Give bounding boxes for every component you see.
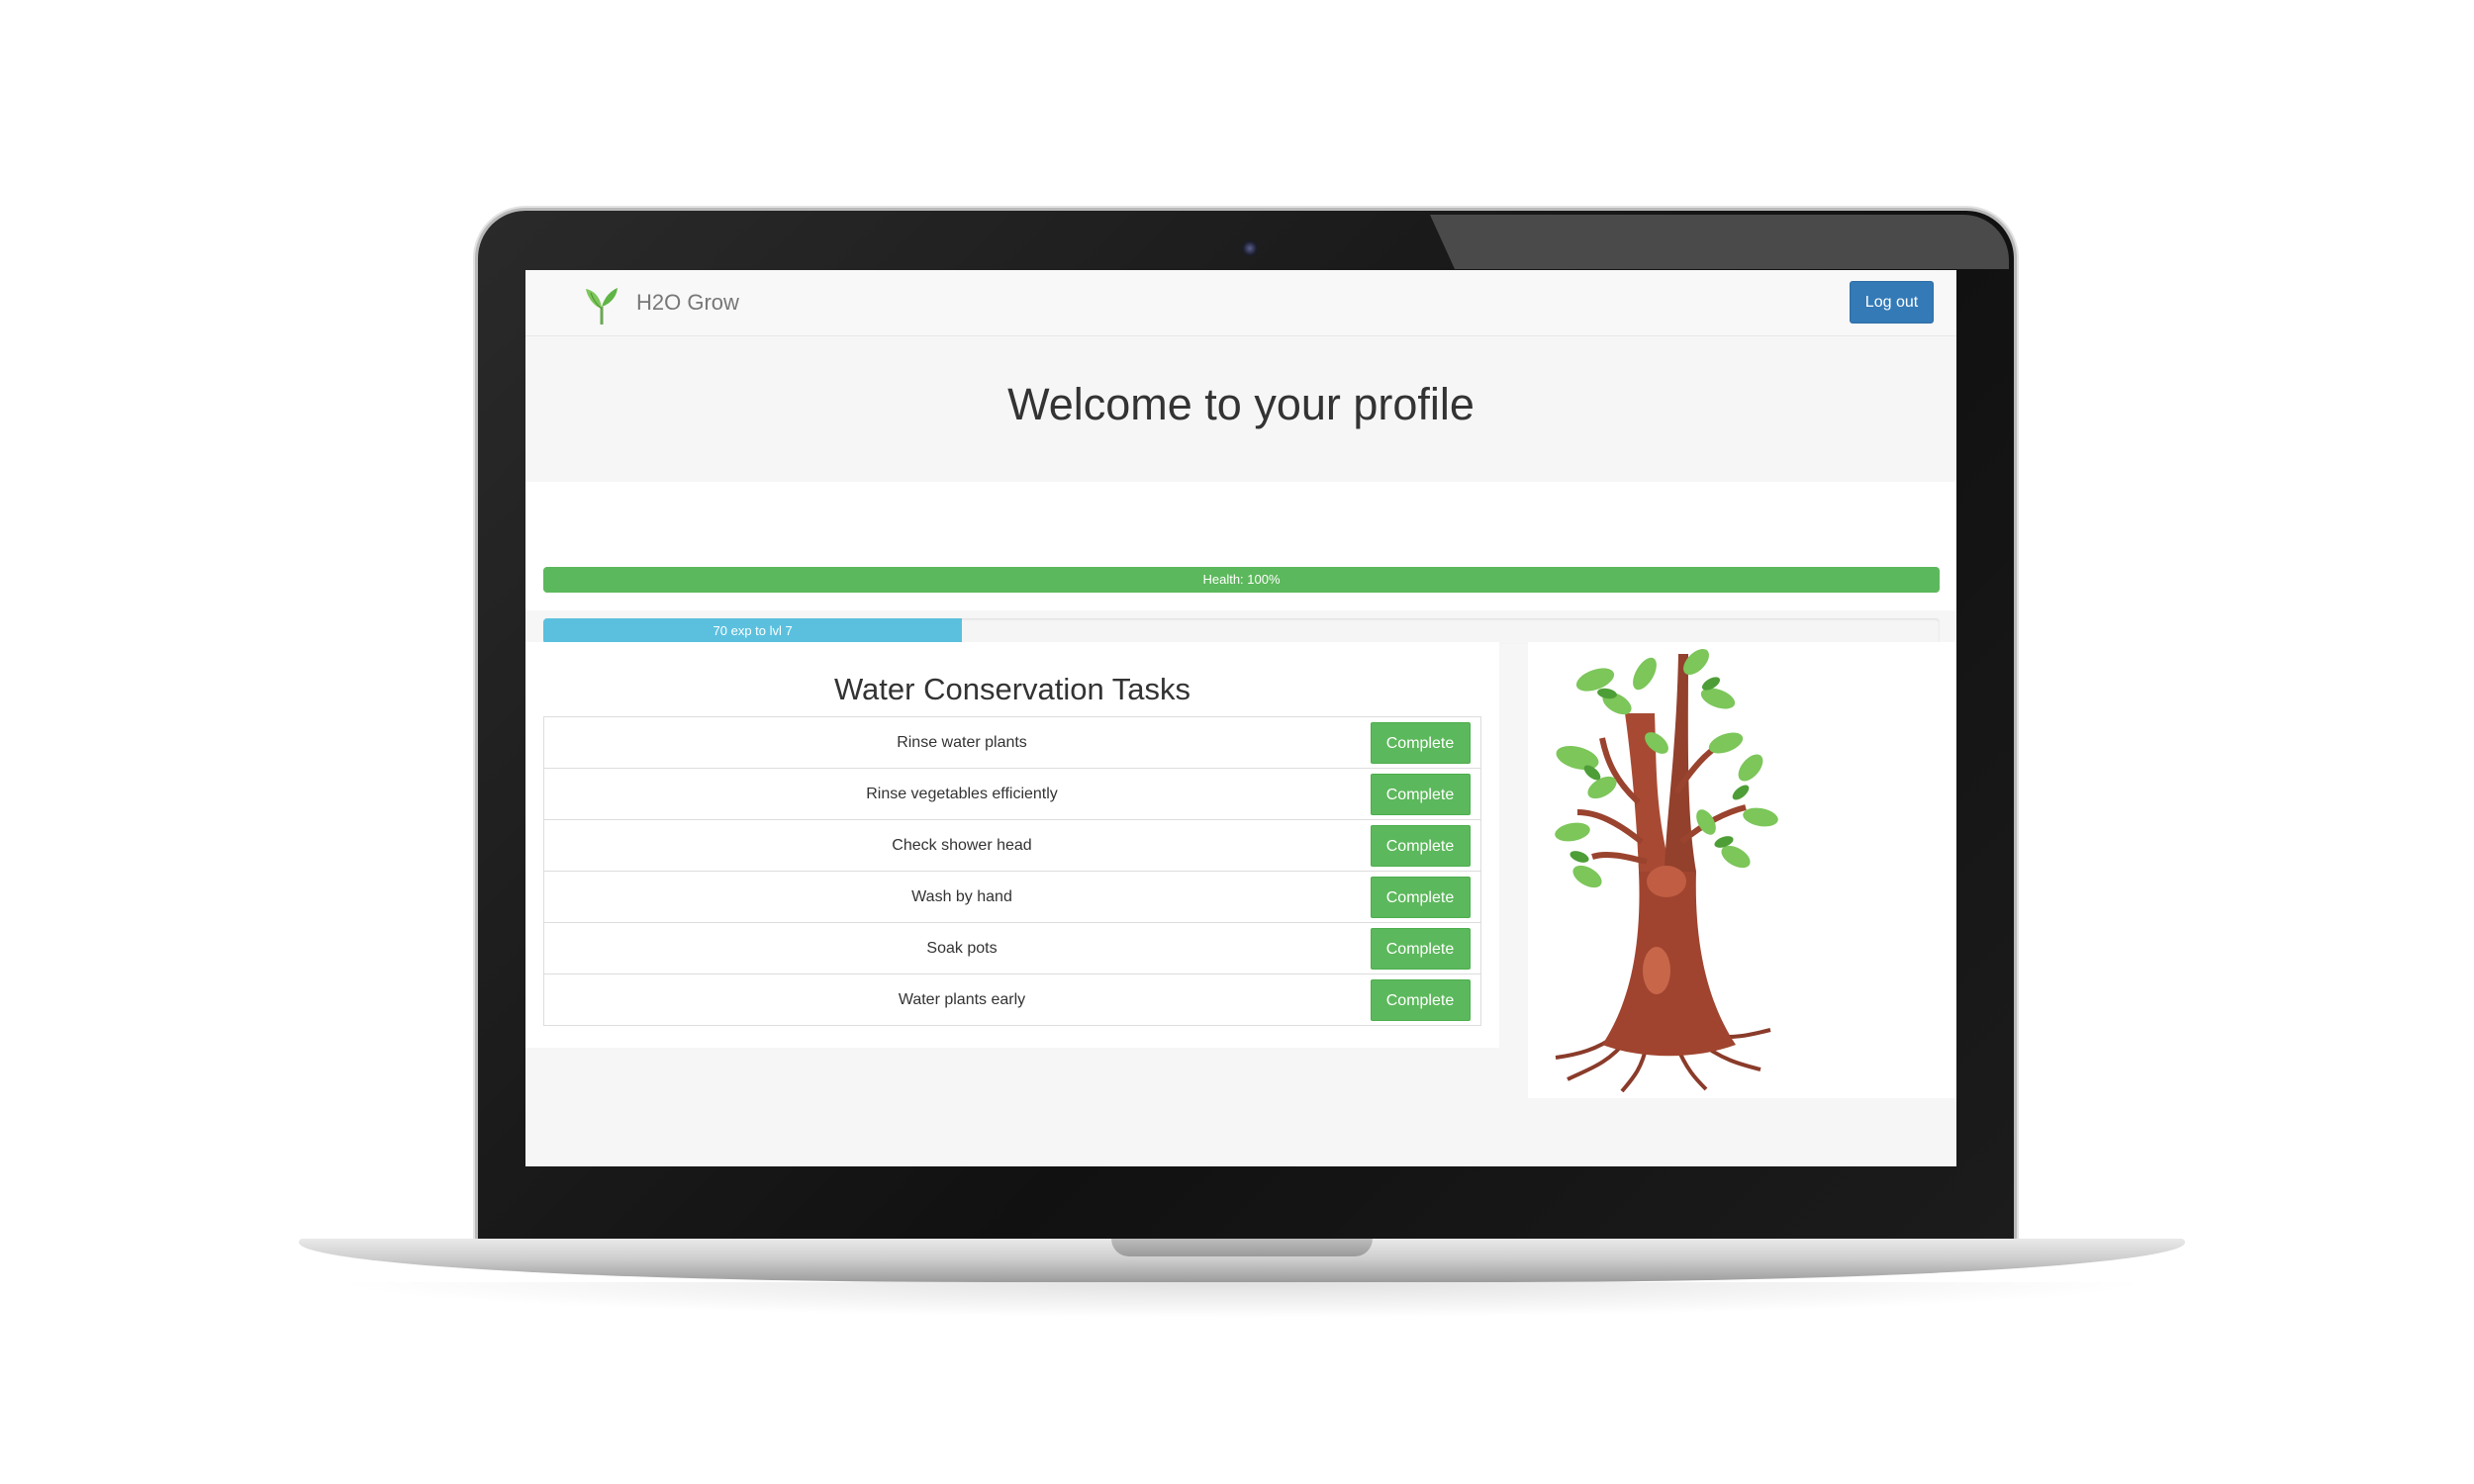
tasks-panel: Water Conservation Tasks Rinse water pla… <box>525 642 1499 1048</box>
laptop-shadow <box>327 1282 2157 1318</box>
page-title: Welcome to your profile <box>1007 379 1475 429</box>
health-label: Health: 100% <box>1202 572 1281 587</box>
task-action-cell: Complete <box>1360 872 1481 923</box>
complete-task-button[interactable]: Complete <box>1370 876 1471 918</box>
task-name: Water plants early <box>898 990 1026 1008</box>
task-action-cell: Complete <box>1360 769 1481 820</box>
complete-task-button[interactable]: Complete <box>1370 824 1471 867</box>
complete-task-button[interactable]: Complete <box>1370 773 1471 815</box>
camera-icon <box>1242 240 1258 256</box>
logout-button[interactable]: Log out <box>1850 281 1934 324</box>
complete-task-button[interactable]: Complete <box>1370 978 1471 1021</box>
task-row: Wash by hand Complete <box>543 871 1481 923</box>
complete-task-button[interactable]: Complete <box>1370 927 1471 970</box>
task-name: Rinse water plants <box>897 733 1027 751</box>
tasks-table: Rinse water plants Complete Rinse vegetabl… <box>543 716 1481 1026</box>
app-screen: H2O Grow Log out Welcome to your profile… <box>525 270 1956 1166</box>
health-progress-bar: Health: 100% <box>543 567 1940 593</box>
sprout-icon[interactable] <box>585 285 618 325</box>
task-row: Rinse water plants Complete <box>543 716 1481 769</box>
tree-panel <box>1528 642 1956 1098</box>
brand-name[interactable]: H2O Grow <box>636 290 739 316</box>
navbar: H2O Grow Log out <box>525 270 1956 336</box>
experience-progress-bar: 70 exp to lvl 7 <box>543 618 1940 644</box>
task-action-cell: Complete <box>1360 923 1481 974</box>
task-name: Soak pots <box>926 939 998 957</box>
task-action-cell: Complete <box>1360 974 1481 1026</box>
experience-label: 70 exp to lvl 7 <box>713 623 793 638</box>
task-row: Rinse vegetables efficiently Complete <box>543 768 1481 820</box>
laptop-base-notch <box>1111 1239 1373 1256</box>
task-name: Check shower head <box>892 836 1032 854</box>
task-action-cell: Complete <box>1360 820 1481 872</box>
task-row: Water plants early Complete <box>543 974 1481 1026</box>
tasks-title: Water Conservation Tasks <box>833 672 1191 706</box>
experience-progress-fill: 70 exp to lvl 7 <box>543 618 963 644</box>
task-row: Soak pots Complete <box>543 922 1481 974</box>
health-progress-fill: Health: 100% <box>543 567 1940 593</box>
complete-task-button[interactable]: Complete <box>1370 721 1471 764</box>
task-action-cell: Complete <box>1360 717 1481 769</box>
tree-illustration <box>1555 649 1778 1093</box>
task-name: Wash by hand <box>911 887 1012 905</box>
task-row: Check shower head Complete <box>543 819 1481 872</box>
task-name: Rinse vegetables efficiently <box>866 785 1058 802</box>
laptop-lid-reflection <box>1430 215 2009 269</box>
